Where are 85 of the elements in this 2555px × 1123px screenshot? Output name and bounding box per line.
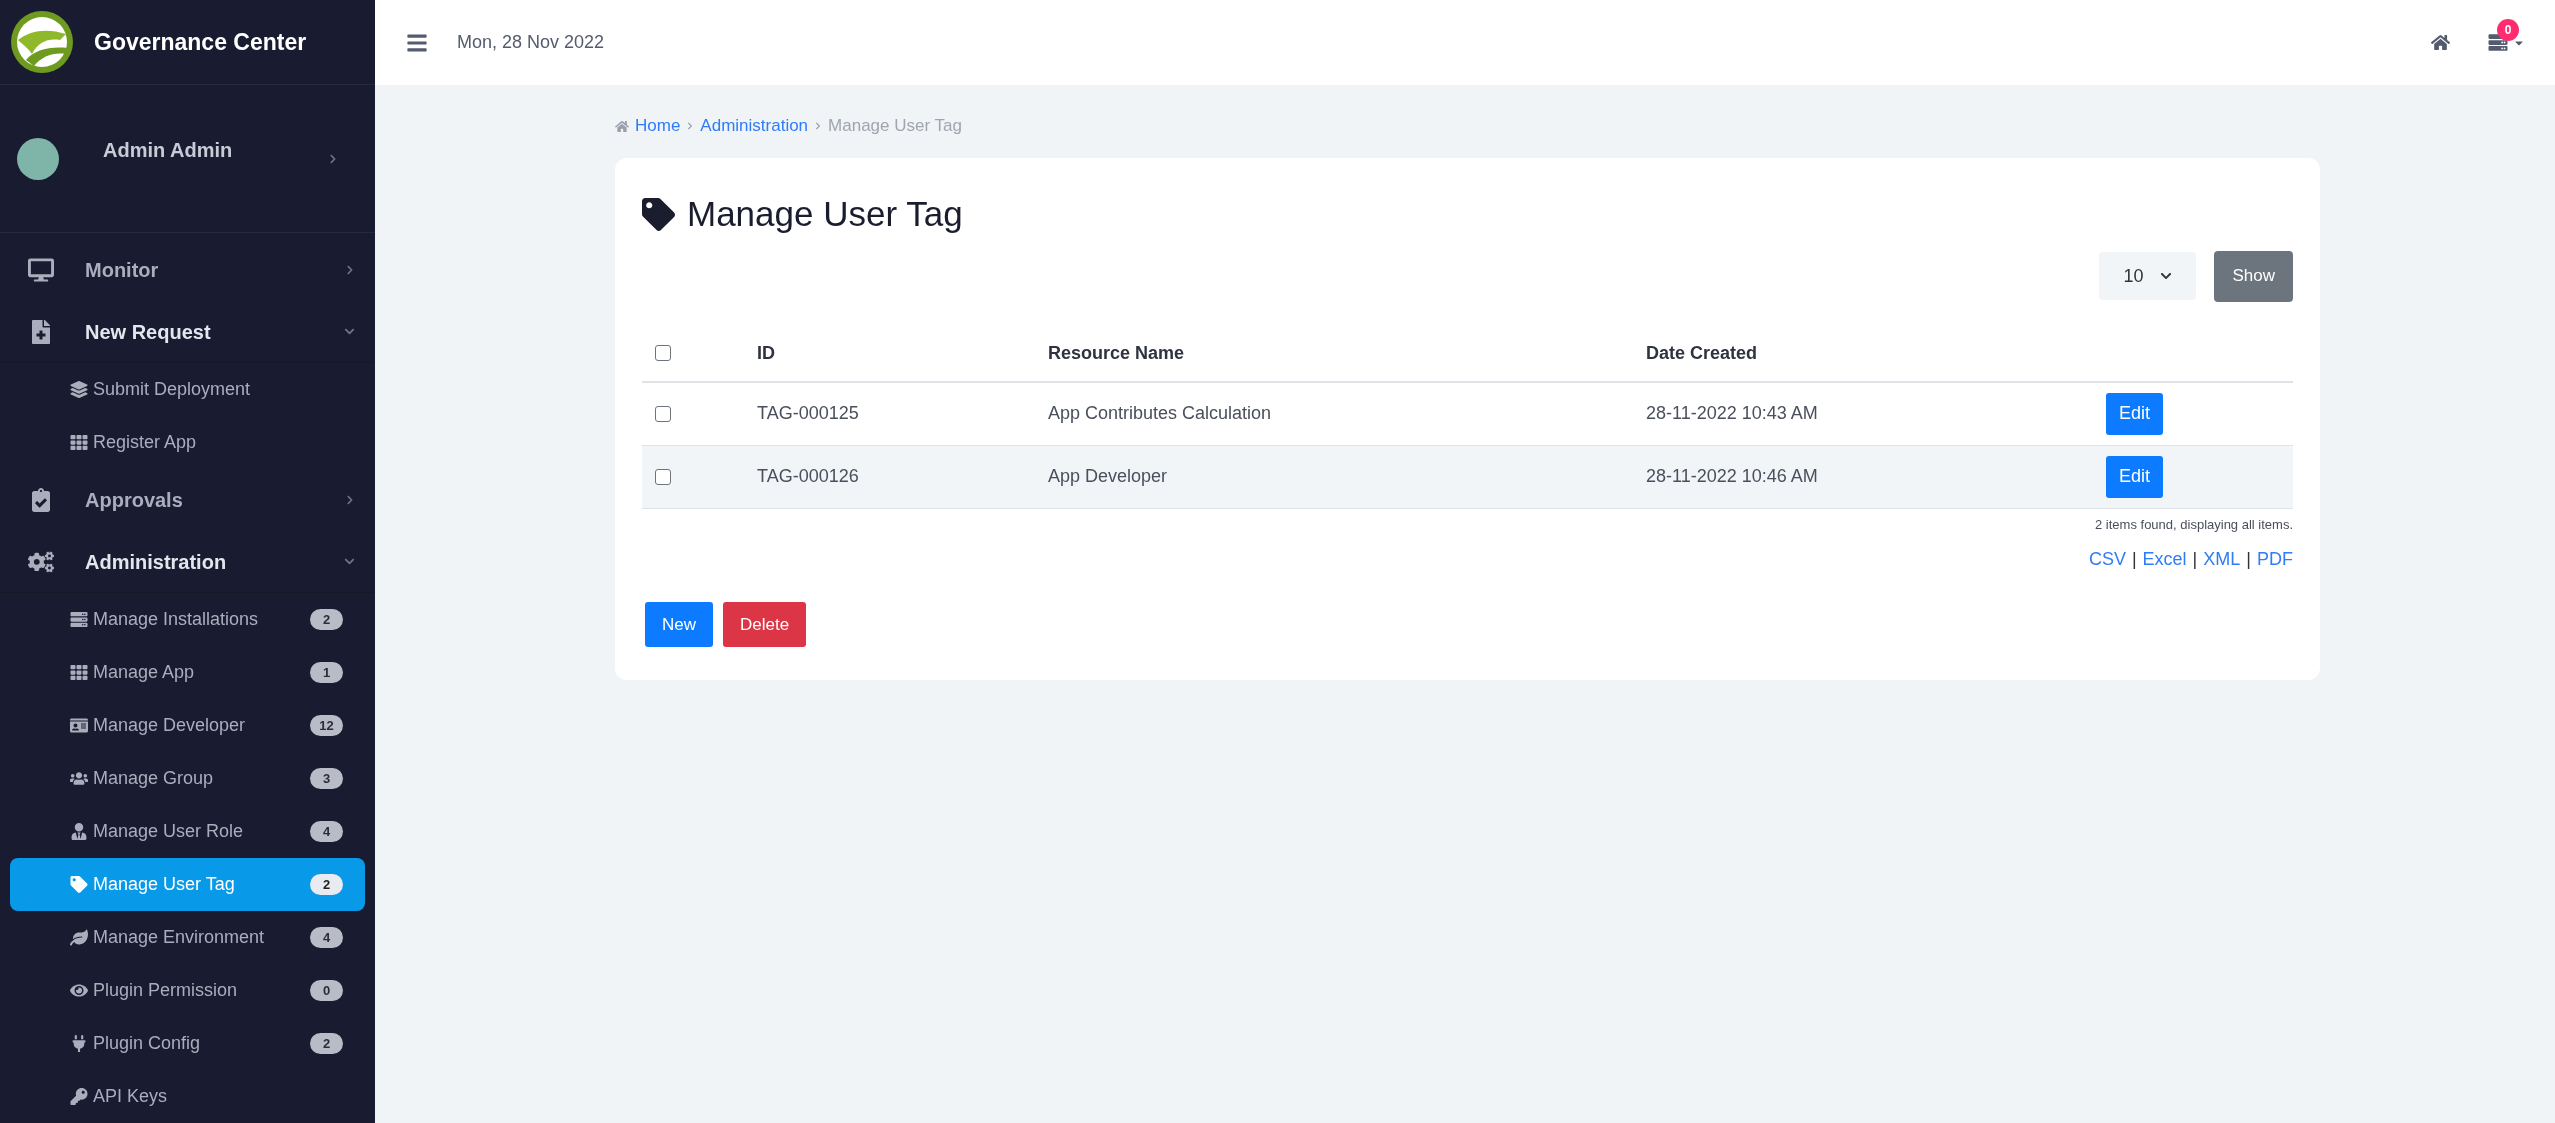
count-badge: 2 (310, 1033, 343, 1054)
app-title: Governance Center (94, 27, 307, 57)
separator: | (2246, 548, 2251, 571)
checkbox[interactable] (655, 345, 671, 361)
count-badge: 4 (310, 927, 343, 948)
breadcrumb-link[interactable]: Administration (700, 113, 809, 139)
avatar (17, 137, 59, 180)
gears-icon (28, 549, 54, 574)
new-button[interactable]: New (645, 602, 713, 647)
export-link[interactable]: XML (2203, 546, 2241, 573)
layers-icon (70, 381, 88, 398)
home-icon (615, 119, 629, 133)
sidebar-subitem[interactable]: Plugin Config 2 (10, 1017, 365, 1070)
table-cell-text: TAG-000125 (757, 402, 860, 425)
chevron-down-icon (344, 326, 355, 337)
chevron-right-icon (686, 122, 695, 130)
table-cell-text: App Developer (1048, 465, 1169, 488)
count-badge: 2 (310, 609, 343, 630)
sidebar-subitem[interactable]: Plugin Permission 0 (10, 964, 365, 1017)
chevron-down-icon (2160, 270, 2173, 282)
key-icon (70, 1088, 88, 1105)
per-page-select[interactable]: 10 (2099, 252, 2197, 300)
sidebar-item[interactable]: Approvals (0, 469, 375, 531)
count-badge: 4 (310, 821, 343, 842)
sidebar-item[interactable]: New Request (0, 301, 375, 363)
table-cell-text: App Contributes Calculation (1048, 402, 1273, 425)
table-cell-text: 28-11-2022 10:46 AM (1646, 465, 1819, 488)
sidebar-subitem[interactable]: Submit Deployment (10, 363, 365, 416)
sidebar-subitem[interactable]: Manage Installations 2 (10, 593, 365, 646)
sidebar-subitem[interactable]: Manage User Role 4 (10, 805, 365, 858)
column-header: Date Created (1646, 341, 1759, 365)
separator: | (2192, 548, 2198, 571)
tag-icon (70, 876, 88, 893)
edit-button[interactable]: Edit (2106, 455, 2164, 498)
grid-icon (70, 664, 88, 681)
count-badge: 1 (310, 662, 343, 683)
sidebar-subitem[interactable]: Register App (10, 416, 365, 469)
checkbox[interactable] (655, 405, 671, 422)
chevron-down-icon (344, 556, 355, 567)
count-badge: 2 (310, 874, 343, 895)
show-button[interactable]: Show (2214, 250, 2293, 302)
chevron-right-icon (345, 265, 355, 275)
count-badge: 0 (310, 980, 343, 1001)
count-badge: 12 (310, 715, 343, 736)
sidebar-item[interactable]: Monitor (0, 239, 375, 301)
sidebar-subitem[interactable]: Manage Environment 4 (10, 911, 365, 964)
export-link[interactable]: PDF (2257, 546, 2293, 573)
plug-icon (70, 1035, 88, 1052)
sidebar-subitem[interactable]: Manage User Tag 2 (10, 858, 365, 911)
edit-button[interactable]: Edit (2106, 392, 2164, 435)
export-link[interactable]: CSV (2088, 546, 2126, 573)
column-header: Resource Name (1048, 341, 1186, 365)
user-tie-icon (70, 823, 88, 840)
count-badge: 3 (310, 768, 343, 789)
chevron-right-icon (814, 122, 823, 130)
grid-icon (70, 434, 88, 451)
checkbox[interactable] (655, 468, 671, 485)
export-link[interactable]: Excel (2142, 546, 2187, 573)
server-icon (70, 611, 88, 628)
sidebar-subitem[interactable]: Manage App 1 (10, 646, 365, 699)
eye-icon (70, 982, 88, 999)
tag-icon (642, 197, 675, 231)
monitor-icon (28, 258, 54, 282)
table-cell-text: 28-11-2022 10:43 AM (1646, 402, 1819, 425)
sidebar-item[interactable]: Administration (0, 531, 375, 593)
chevron-right-icon (345, 495, 355, 505)
notification-badge: 0 (2497, 19, 2519, 41)
chevron-right-icon (328, 153, 338, 164)
user-name: Admin Admin (103, 138, 233, 163)
sidebar-subitem[interactable]: Manage Group 3 (10, 752, 365, 805)
sidebar-subitem[interactable]: API Keys (10, 1070, 365, 1123)
breadcrumb-link[interactable]: Home (635, 113, 681, 139)
date-label: Mon, 28 Nov 2022 (457, 31, 605, 54)
leaf-icon (70, 929, 88, 946)
id-card-icon (70, 717, 88, 734)
sidebar-subitem[interactable]: Manage Developer 12 (10, 699, 365, 752)
page-title: Manage User Tag (687, 193, 963, 235)
users-icon (70, 770, 88, 787)
home-icon[interactable] (2431, 34, 2450, 51)
column-header: ID (757, 341, 776, 365)
separator: | (2131, 548, 2137, 571)
delete-button[interactable]: Delete (723, 602, 807, 647)
table-cell-text: TAG-000126 (757, 465, 860, 488)
items-summary: 2 items found, displaying all items. (2095, 515, 2293, 534)
logo-icon (10, 10, 74, 74)
